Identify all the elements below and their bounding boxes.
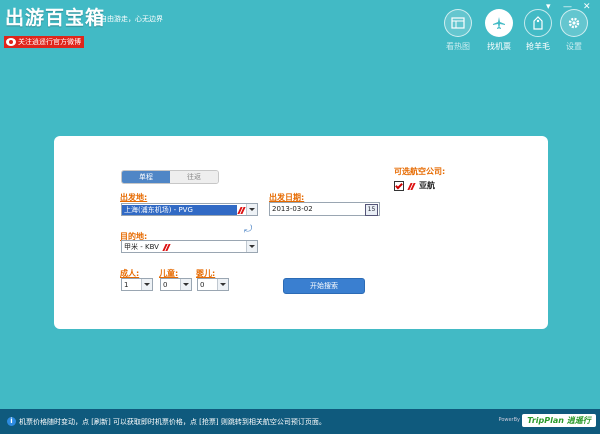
status-message: 机票价格随时变动，点 [刷新] 可以获取即时机票价格，点 [抢票] 则跳转到相关… — [19, 417, 326, 426]
chevron-down-icon — [141, 279, 152, 290]
gear-icon — [568, 17, 580, 29]
child-select[interactable]: 0 — [160, 278, 192, 291]
adult-value: 1 — [124, 280, 129, 289]
airline-filter-header: 可选航空公司: — [394, 167, 446, 176]
weibo-eye-icon — [6, 38, 16, 46]
toolbar-settings-label: 设置 — [566, 42, 582, 51]
toolbar-deals-button[interactable]: 抢羊毛 — [519, 9, 557, 52]
trip-type-tabs: 单程 往返 — [121, 170, 219, 184]
brand-logo[interactable]: TripPlan 逍遥行 — [522, 414, 596, 427]
tab-one-way[interactable]: 单程 — [122, 171, 170, 183]
to-select[interactable]: 甲米 - KBV — [121, 240, 258, 253]
to-value: 甲米 - KBV — [124, 242, 159, 251]
airasia-logo-icon — [162, 244, 171, 250]
date-input[interactable]: 2013-03-02 15 — [269, 202, 380, 216]
toolbar-heatmap-label: 看热图 — [446, 42, 470, 51]
airline-item-airasia[interactable]: 亚航 — [394, 180, 445, 191]
calendar-icon[interactable]: 15 — [365, 204, 378, 216]
toolbar-find-ticket-button[interactable]: 找机票 — [480, 9, 518, 52]
adult-select[interactable]: 1 — [121, 278, 153, 291]
tag-icon — [533, 16, 543, 30]
checkbox-checked-icon[interactable] — [394, 180, 404, 191]
toolbar-deals-label: 抢羊毛 — [526, 42, 550, 51]
airline-name: 亚航 — [419, 181, 435, 190]
from-select[interactable]: 上海(浦东机场) - PVG — [121, 203, 258, 216]
app-title: 出游百宝箱 — [5, 7, 106, 29]
chevron-down-icon — [180, 279, 191, 290]
heatmap-icon — [451, 17, 465, 29]
toolbar-heatmap-button[interactable]: 看热图 — [439, 9, 477, 52]
toolbar-find-ticket-label: 找机票 — [487, 42, 511, 51]
search-panel: 单程 往返 出发地: 上海(浦东机场) - PVG 出发日期: 2013-03-… — [54, 136, 548, 329]
from-label: 出发地: — [120, 193, 148, 202]
weibo-follow-button[interactable]: 关注逍遥行官方微博 — [4, 36, 84, 48]
start-search-button[interactable]: 开始搜索 — [283, 278, 365, 294]
app-window: 出游百宝箱 自由游走，心无边界 关注逍遥行官方微博 ▾ — ✕ 看热图 找机票 … — [0, 0, 600, 434]
app-slogan: 自由游走，心无边界 — [100, 15, 163, 23]
chevron-down-icon — [217, 279, 228, 290]
swap-direction-icon[interactable]: ⤾ — [244, 224, 252, 235]
date-value: 2013-03-02 — [272, 205, 313, 213]
child-value: 0 — [163, 280, 168, 289]
plane-icon — [493, 17, 505, 29]
airline-filter: 可选航空公司: 亚航 — [394, 166, 445, 191]
tab-round-trip[interactable]: 往返 — [170, 171, 218, 183]
toolbar-settings-button[interactable]: 设置 — [555, 9, 593, 52]
status-bar: i 机票价格随时变动，点 [刷新] 可以获取即时机票价格，点 [抢票] 则跳转到… — [0, 409, 600, 434]
infant-value: 0 — [200, 280, 205, 289]
info-icon: i — [7, 417, 16, 426]
powered-by-label: PowerBy — [498, 417, 520, 423]
airasia-logo-icon — [407, 183, 416, 189]
chevron-down-icon — [246, 241, 257, 252]
from-value: 上海(浦东机场) - PVG — [122, 204, 237, 215]
chevron-down-icon — [246, 204, 257, 215]
airasia-logo-icon — [237, 207, 246, 213]
weibo-follow-label: 关注逍遥行官方微博 — [18, 38, 81, 46]
infant-select[interactable]: 0 — [197, 278, 229, 291]
